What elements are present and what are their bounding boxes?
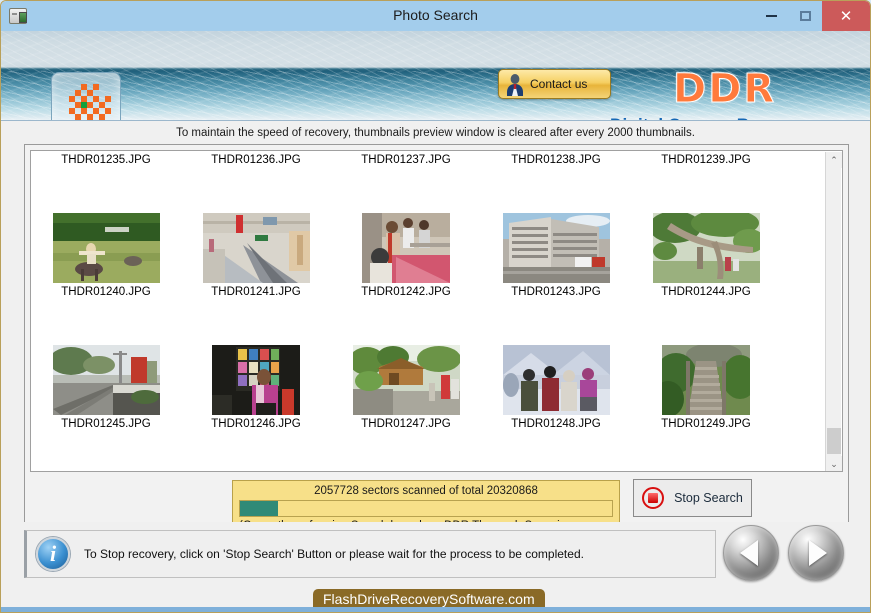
thumbnail-cell[interactable]: THDR01246.JPG [181,336,331,430]
thumbnail-label: THDR01243.JPG [511,283,600,298]
photo-thumbnail-magazine-stand [212,345,300,415]
thumbnail-preview-area[interactable]: THDR01235.JPG THDR01236.JPG THDR01237.JP… [30,150,843,472]
thumbnail-label: THDR01246.JPG [211,415,300,430]
thumbnail-cell[interactable]: THDR01248.JPG [481,336,631,430]
window-bottom-edge [1,607,871,612]
photo-thumbnail-large-tree [653,213,760,283]
thumbnail-label: THDR01242.JPG [361,283,450,298]
right-arrow-icon [809,540,827,566]
left-arrow-icon [740,540,758,566]
notice-text: To maintain the speed of recovery, thumb… [1,121,870,144]
maximize-icon [800,11,811,21]
photo-thumbnail-village-houses [353,345,460,415]
thumbnail-label: THDR01245.JPG [61,415,150,430]
search-panel: THDR01235.JPG THDR01236.JPG THDR01237.JP… [24,144,849,568]
thumbnail-cell[interactable]: THDR01241.JPG [181,204,331,298]
thumbnail-cell[interactable]: THDR01239.JPG [631,151,781,166]
thumbnail-scrollbar[interactable]: ⌃ ⌄ [825,152,841,472]
stop-search-label: Stop Search [674,491,743,505]
maximize-button[interactable] [788,1,822,31]
thumbnail-label: THDR01235.JPG [61,151,150,166]
thumbnail-cell[interactable]: THDR01235.JPG [31,151,181,166]
thumbnail-label: THDR01239.JPG [661,151,750,166]
thumbnail-cell[interactable]: THDR01237.JPG [331,151,481,166]
close-button[interactable]: ✕ [822,1,870,31]
main-content: To maintain the speed of recovery, thumb… [1,121,870,584]
thumbnail-label: THDR01241.JPG [211,283,300,298]
photo-thumbnail-four-people-snow [503,345,610,415]
status-message: To Stop recovery, click on 'Stop Search'… [84,547,584,561]
progress-bar-fill [240,501,278,516]
thumbnail-label: THDR01237.JPG [361,151,450,166]
thumbnail-row: THDR01240.JPG [31,204,824,298]
minimize-button[interactable] [754,1,788,31]
next-button[interactable] [788,525,844,581]
photo-thumbnail-mall-escalators [203,213,310,283]
minimize-icon [766,15,777,17]
title-bar: Photo Search ✕ [1,1,870,31]
contact-us-label: Contact us [530,77,587,91]
thumbnail-cell[interactable]: THDR01236.JPG [181,151,331,166]
thumbnail-label: THDR01247.JPG [361,415,450,430]
ddr-brand-logo: DDR [673,66,776,112]
photo-thumbnail-crowd-festival [362,213,450,283]
photo-thumbnail-buffalo-rider [53,213,160,283]
contact-us-button[interactable]: Contact us [498,69,611,99]
thumbnail-row: THDR01245.JPG [31,336,824,430]
footer-bar: i To Stop recovery, click on 'Stop Searc… [1,522,871,612]
progress-caption: 2057728 sectors scanned of total 2032086… [239,484,613,498]
stop-record-icon [642,487,664,509]
thumbnail-label: THDR01236.JPG [211,151,300,166]
progress-bar [239,500,613,517]
thumbnail-cell[interactable]: THDR01247.JPG [331,336,481,430]
thumbnail-label: THDR01249.JPG [661,415,750,430]
status-message-box: i To Stop recovery, click on 'Stop Searc… [24,530,716,578]
thumbnail-cell[interactable]: THDR01245.JPG [31,336,181,430]
info-icon: i [36,537,70,571]
thumbnail-label: THDR01240.JPG [61,283,150,298]
thumbnail-cell[interactable]: THDR01242.JPG [331,204,481,298]
scroll-down-icon[interactable]: ⌄ [826,456,842,472]
thumbnail-row: THDR01235.JPG THDR01236.JPG THDR01237.JP… [31,151,824,166]
thumbnail-grid: THDR01235.JPG THDR01236.JPG THDR01237.JP… [31,151,824,430]
thumbnail-cell[interactable]: THDR01238.JPG [481,151,631,166]
header-banner: Contact us DDR Digital Camera Recovery [1,31,870,121]
application-window: Photo Search ✕ [0,0,871,613]
thumbnail-label: THDR01248.JPG [511,415,600,430]
window-controls: ✕ [754,1,870,31]
photo-thumbnail-office-building [503,213,610,283]
thumbnail-cell[interactable]: THDR01240.JPG [31,204,181,298]
thumbnail-cell[interactable]: THDR01249.JPG [631,336,781,430]
scroll-up-icon[interactable]: ⌃ [826,152,842,168]
app-logo-button[interactable] [51,72,121,121]
person-icon [503,72,527,96]
photo-thumbnail-stone-staircase [662,345,750,415]
scrollbar-thumb[interactable] [827,428,841,454]
photo-thumbnail-railway-station [53,345,160,415]
stop-search-button[interactable]: Stop Search [633,479,752,517]
previous-button[interactable] [723,525,779,581]
checkerboard-logo-icon [61,80,113,121]
thumbnail-cell[interactable]: THDR01243.JPG [481,204,631,298]
thumbnail-cell[interactable]: THDR01244.JPG [631,204,781,298]
thumbnail-label: THDR01244.JPG [661,283,750,298]
thumbnail-label: THDR01238.JPG [511,151,600,166]
window-title: Photo Search [1,7,870,23]
